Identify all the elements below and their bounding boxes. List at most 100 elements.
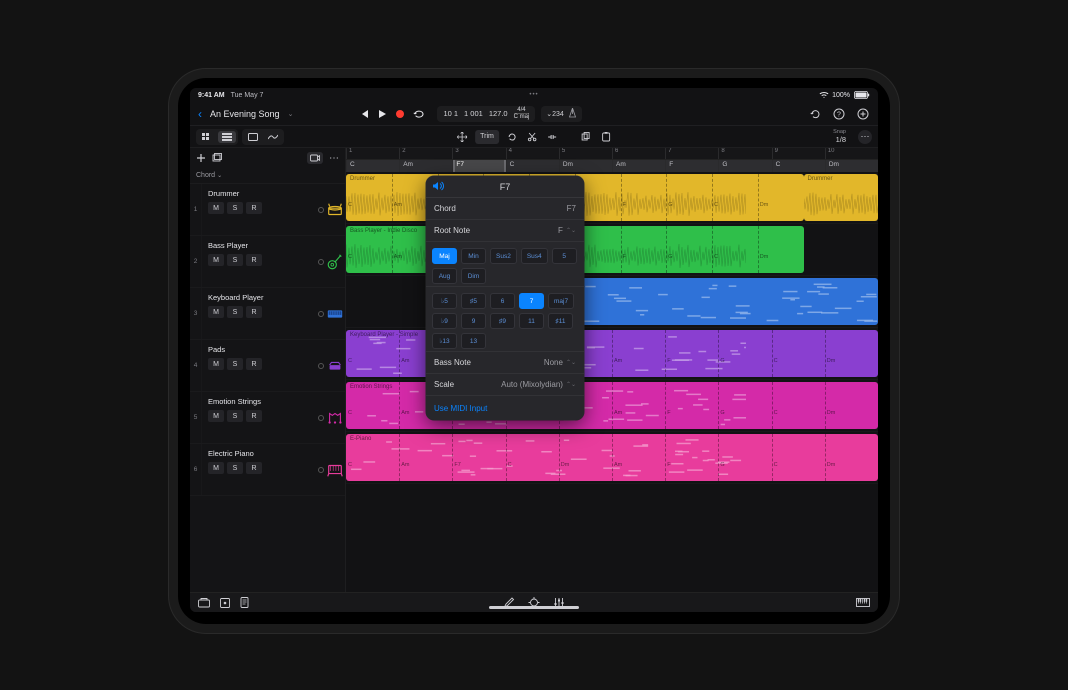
play-button[interactable]: [377, 109, 387, 119]
ruler-tick[interactable]: 10: [825, 148, 878, 159]
chord-chip[interactable]: Sus2: [490, 248, 517, 264]
chord-chip[interactable]: 9: [461, 313, 486, 329]
keyboard-button[interactable]: [856, 598, 870, 607]
chord-chip[interactable]: ♯9: [490, 313, 515, 329]
chord-cell[interactable]: F: [665, 160, 718, 172]
lcd-display[interactable]: 10 1 1 001 127.0 4/4 C maj: [437, 106, 535, 122]
mute-button[interactable]: M: [208, 306, 224, 318]
chord-chip[interactable]: ♭5: [432, 293, 457, 309]
ruler-tick[interactable]: 7: [665, 148, 718, 159]
undo-button[interactable]: [809, 108, 821, 120]
trim-mode-chip[interactable]: Trim: [475, 130, 499, 144]
solo-button[interactable]: S: [227, 306, 243, 318]
preview-sound-button[interactable]: [432, 181, 444, 193]
chord-cell[interactable]: G: [718, 160, 771, 172]
view-region-button[interactable]: [244, 131, 262, 143]
ruler-tick[interactable]: 1: [346, 148, 399, 159]
notepad-button[interactable]: [240, 597, 249, 608]
track-instrument-icon[interactable]: [317, 340, 345, 391]
sidebar-more-button[interactable]: ⋯: [329, 153, 339, 164]
mute-button[interactable]: M: [208, 462, 224, 474]
library-button[interactable]: [198, 598, 210, 608]
view-tracks-button[interactable]: [218, 131, 236, 143]
record-enable-button[interactable]: R: [246, 306, 262, 318]
ruler-tick[interactable]: 8: [718, 148, 771, 159]
chord-chip[interactable]: 11: [519, 313, 544, 329]
mute-button[interactable]: M: [208, 254, 224, 266]
project-title-caret-icon[interactable]: ⌄: [288, 110, 294, 118]
go-to-start-button[interactable]: [359, 109, 369, 119]
use-midi-input-button[interactable]: Use MIDI Input: [426, 396, 584, 420]
track-row[interactable]: 1 Drummer M S R: [190, 184, 345, 236]
ruler-tick[interactable]: 3: [452, 148, 505, 159]
chord-chip[interactable]: Aug: [432, 268, 457, 284]
record-enable-button[interactable]: R: [246, 254, 262, 266]
track-row[interactable]: 4 Pads M S R: [190, 340, 345, 392]
record-enable-button[interactable]: R: [246, 410, 262, 422]
loop-tool-icon[interactable]: [505, 132, 519, 142]
chord-chip[interactable]: Dim: [461, 268, 486, 284]
chord-cell[interactable]: Dm: [825, 160, 878, 172]
ruler-tick[interactable]: 9: [772, 148, 825, 159]
ruler-tick[interactable]: 2: [399, 148, 452, 159]
track-row[interactable]: 3 Keyboard Player M S R: [190, 288, 345, 340]
chord-chip[interactable]: ♭9: [432, 313, 457, 329]
join-tool-icon[interactable]: [545, 132, 559, 142]
track-instrument-icon[interactable]: [317, 236, 345, 287]
chord-chip[interactable]: ♭13: [432, 333, 457, 349]
root-note-row[interactable]: Root Note F ⌃⌄: [426, 220, 584, 242]
chord-chip[interactable]: Sus4: [521, 248, 548, 264]
ruler-tick[interactable]: 6: [612, 148, 665, 159]
lcd-extra[interactable]: ⌄234: [541, 106, 582, 122]
chord-lane[interactable]: CAmF7CDmAmFGCDm: [346, 160, 878, 172]
scale-row[interactable]: Scale Auto (Mixolydian) ⌃⌄: [426, 374, 584, 396]
track-stack-button[interactable]: [212, 153, 223, 163]
chord-cell[interactable]: C: [772, 160, 825, 172]
solo-button[interactable]: S: [227, 410, 243, 422]
chord-cell[interactable]: C: [346, 160, 399, 172]
track-instrument-icon[interactable]: [317, 184, 345, 235]
track-row[interactable]: 2 Bass Player M S R: [190, 236, 345, 288]
region[interactable]: E-PianoCAmF7CDmAmFGCDm: [346, 434, 878, 481]
record-enable-button[interactable]: R: [246, 358, 262, 370]
record-enable-button[interactable]: R: [246, 202, 262, 214]
chord-chip[interactable]: ♯11: [548, 313, 573, 329]
mute-button[interactable]: M: [208, 202, 224, 214]
record-enable-button[interactable]: R: [246, 462, 262, 474]
track-row[interactable]: 5 Emotion Strings M S R: [190, 392, 345, 444]
chord-cell[interactable]: Am: [399, 160, 452, 172]
chord-chip[interactable]: 7: [519, 293, 544, 309]
paste-tool-icon[interactable]: [599, 132, 613, 142]
ruler-tick[interactable]: 4: [506, 148, 559, 159]
chord-chip[interactable]: ♯5: [461, 293, 486, 309]
chord-chip[interactable]: 13: [461, 333, 486, 349]
settings-button[interactable]: [857, 108, 869, 120]
track-row[interactable]: 6 Electric Piano M S R: [190, 444, 345, 496]
help-button[interactable]: ?: [833, 108, 845, 120]
view-grid-button[interactable]: [198, 131, 216, 143]
region[interactable]: [580, 278, 878, 325]
mute-button[interactable]: M: [208, 410, 224, 422]
region-row[interactable]: E-PianoCAmF7CDmAmFGCDm: [346, 432, 878, 484]
browser-button[interactable]: [220, 598, 230, 608]
view-automation-button[interactable]: [264, 131, 282, 143]
track-instrument-icon[interactable]: [317, 444, 345, 495]
chord-cell[interactable]: C: [506, 160, 559, 172]
multitask-dots-icon[interactable]: •••: [529, 92, 538, 98]
move-tool-icon[interactable]: [455, 132, 469, 142]
back-button[interactable]: ‹: [196, 108, 204, 120]
solo-button[interactable]: S: [227, 202, 243, 214]
chord-chip[interactable]: maj7: [548, 293, 574, 309]
chord-cell[interactable]: Dm: [559, 160, 612, 172]
solo-button[interactable]: S: [227, 462, 243, 474]
chord-lane-header[interactable]: Chord ⌄: [190, 168, 345, 184]
solo-button[interactable]: S: [227, 254, 243, 266]
scissors-tool-icon[interactable]: [525, 132, 539, 142]
bar-ruler[interactable]: 12345678910: [346, 148, 878, 160]
chord-cell[interactable]: F7: [452, 160, 505, 172]
home-indicator[interactable]: [489, 606, 579, 609]
chord-chip[interactable]: Maj: [432, 248, 457, 264]
region[interactable]: Drummer: [804, 174, 878, 221]
chord-chip[interactable]: 6: [490, 293, 515, 309]
toolbar-more-button[interactable]: ⋯: [858, 130, 872, 144]
